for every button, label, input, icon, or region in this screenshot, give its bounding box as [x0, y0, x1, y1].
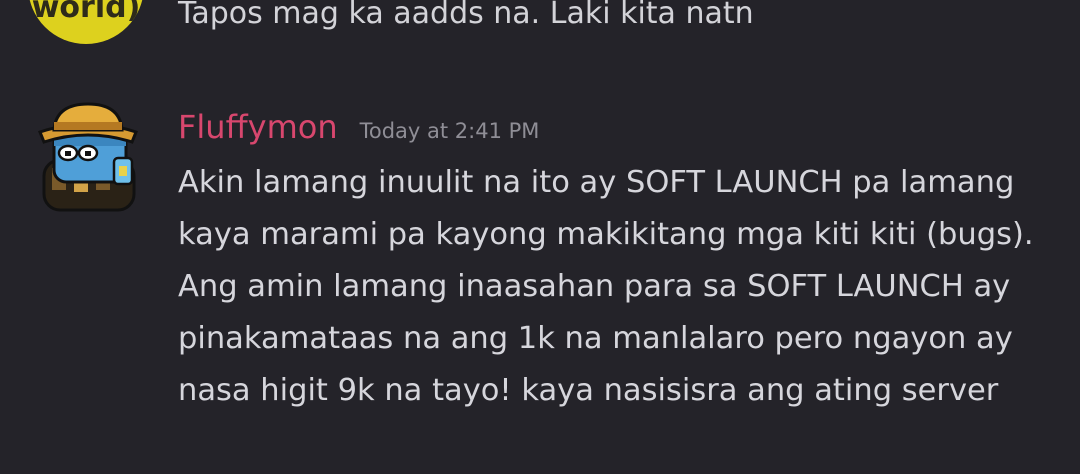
message-content: Akin lamang inuulit na ito ay SOFT LAUNC…	[178, 157, 1068, 417]
username[interactable]: Fluffymon	[178, 108, 338, 146]
message-timestamp[interactable]: Today at 2:41 PM	[360, 119, 540, 143]
message-line: nasa higit 9k na tayo! kaya nasisisra an…	[178, 373, 999, 408]
user-avatar[interactable]	[34, 98, 142, 213]
previous-message-avatar[interactable]: world)	[28, 0, 144, 44]
message-line: Akin lamang inuulit na ito ay SOFT LAUNC…	[178, 165, 1015, 200]
mascot-avatar-icon	[38, 102, 138, 212]
previous-avatar-logo-text: world)	[31, 0, 141, 25]
message-line: pinakamataas na ang 1k na manlalaro pero…	[178, 321, 1013, 356]
message-line: Ang amin lamang inaasahan para sa SOFT L…	[178, 269, 1011, 304]
previous-message-text: Tapos mag ka aadds na. Laki kita natn	[178, 0, 754, 31]
message-line: kaya marami pa kayong makikitang mga kit…	[178, 217, 1034, 252]
message-header: Fluffymon Today at 2:41 PM	[178, 108, 539, 146]
